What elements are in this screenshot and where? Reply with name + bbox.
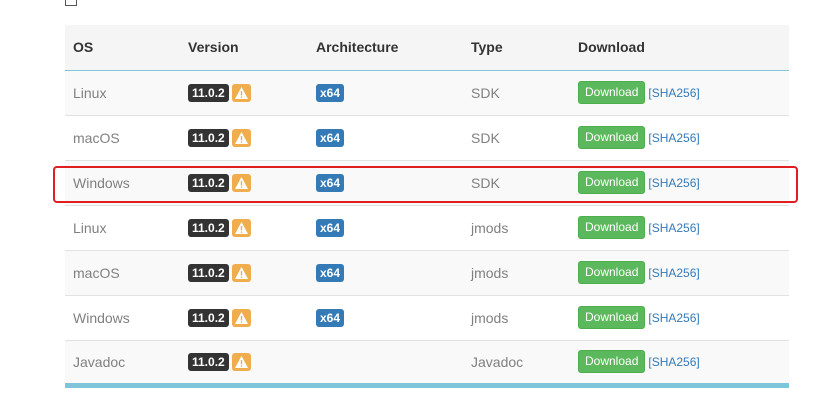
architecture-cell: x64 [308,204,463,250]
type-label: SDK [471,84,500,101]
type-label: jmods [471,309,509,326]
architecture-badge: x64 [316,173,345,192]
sha256-link[interactable]: [SHA256] [648,266,699,280]
architecture-badge: x64 [316,218,345,237]
download-button[interactable]: Download [578,261,646,284]
architecture-badge: x64 [316,83,345,102]
architecture-badge: x64 [316,263,345,282]
download-button[interactable]: Download [578,306,646,329]
version-cell: 11.0.2 [180,249,308,295]
version-badge: 11.0.2 [188,263,229,282]
version-cell: 11.0.2 [180,114,308,160]
header-architecture: Architecture [308,25,463,71]
header-type: Type [463,25,570,71]
os-label: Linux [73,84,107,101]
warning-icon [231,173,251,192]
warning-icon [231,352,251,371]
type-cell: SDK [463,114,570,160]
download-cell: Download [SHA256] [570,159,789,205]
architecture-badge: x64 [316,128,345,147]
table-row: Windows 11.0.2 x64 SDK Download [SHA256] [65,159,789,205]
os-cell: Windows [65,159,180,205]
type-cell: jmods [463,294,570,340]
version-cell: 11.0.2 [180,294,308,340]
version-cell: 11.0.2 [180,339,308,388]
type-cell: jmods [463,204,570,250]
version-badge: 11.0.2 [188,308,229,327]
os-cell: macOS [65,114,180,160]
type-cell: SDK [463,159,570,205]
download-cell: Download [SHA256] [570,249,789,295]
table-row: macOS 11.0.2 x64 jmods Download [SHA256] [65,249,789,295]
table-header-row: OS Version Architecture Type Download [65,25,789,71]
type-label: jmods [471,264,509,281]
header-os: OS [65,25,180,71]
checkbox[interactable] [65,0,77,6]
os-label: macOS [73,129,120,146]
sha256-link[interactable]: [SHA256] [648,221,699,235]
download-cell: Download [SHA256] [570,204,789,250]
os-cell: Windows [65,294,180,340]
download-button[interactable]: Download [578,126,646,149]
table-row: Linux 11.0.2 x64 jmods Download [SHA256] [65,204,789,250]
download-button[interactable]: Download [578,81,646,104]
type-label: SDK [471,129,500,146]
sha256-link[interactable]: [SHA256] [648,311,699,325]
table-row: Windows 11.0.2 x64 jmods Download [SHA256… [65,294,789,340]
warning-icon [231,128,251,147]
table-row: Javadoc 11.0.2 Javadoc Download [SHA256] [65,339,789,388]
download-button[interactable]: Download [578,171,646,194]
os-cell: macOS [65,249,180,295]
download-button[interactable]: Download [578,216,646,239]
type-label: SDK [471,174,500,191]
architecture-cell: x64 [308,159,463,205]
table-row: Linux 11.0.2 x64 SDK Download [SHA256] [65,70,789,115]
os-label: Windows [73,309,130,326]
os-label: Linux [73,219,107,236]
os-label: Windows [73,174,130,191]
os-label: Javadoc [73,353,126,370]
architecture-cell: x64 [308,114,463,160]
type-label: Javadoc [471,353,524,370]
warning-icon [231,263,251,282]
download-button[interactable]: Download [578,350,646,373]
os-cell: Linux [65,70,180,115]
type-cell: SDK [463,70,570,115]
download-cell: Download [SHA256] [570,114,789,160]
sha256-link[interactable]: [SHA256] [648,176,699,190]
header-version: Version [180,25,308,71]
table-row: macOS 11.0.2 x64 SDK Download [SHA256] [65,114,789,160]
architecture-cell: x64 [308,70,463,115]
version-cell: 11.0.2 [180,159,308,205]
version-badge: 11.0.2 [188,352,229,371]
sha256-link[interactable]: [SHA256] [648,355,699,369]
version-cell: 11.0.2 [180,70,308,115]
warning-icon [231,83,251,102]
os-cell: Linux [65,204,180,250]
page: OS Version Architecture Type Download Li… [0,0,829,420]
version-cell: 11.0.2 [180,204,308,250]
type-cell: Javadoc [463,339,570,388]
architecture-cell [308,339,463,388]
download-cell: Download [SHA256] [570,70,789,115]
architecture-cell: x64 [308,249,463,295]
version-badge: 11.0.2 [188,83,229,102]
version-badge: 11.0.2 [188,128,229,147]
version-badge: 11.0.2 [188,173,229,192]
sha256-link[interactable]: [SHA256] [648,131,699,145]
architecture-cell: x64 [308,294,463,340]
header-download: Download [570,25,789,71]
version-badge: 11.0.2 [188,218,229,237]
warning-icon [231,218,251,237]
warning-icon [231,308,251,327]
sha256-link[interactable]: [SHA256] [648,86,699,100]
downloads-table: OS Version Architecture Type Download Li… [65,25,789,388]
os-label: macOS [73,264,120,281]
os-cell: Javadoc [65,339,180,388]
architecture-badge: x64 [316,308,345,327]
download-cell: Download [SHA256] [570,339,789,388]
type-label: jmods [471,219,509,236]
type-cell: jmods [463,249,570,295]
download-cell: Download [SHA256] [570,294,789,340]
